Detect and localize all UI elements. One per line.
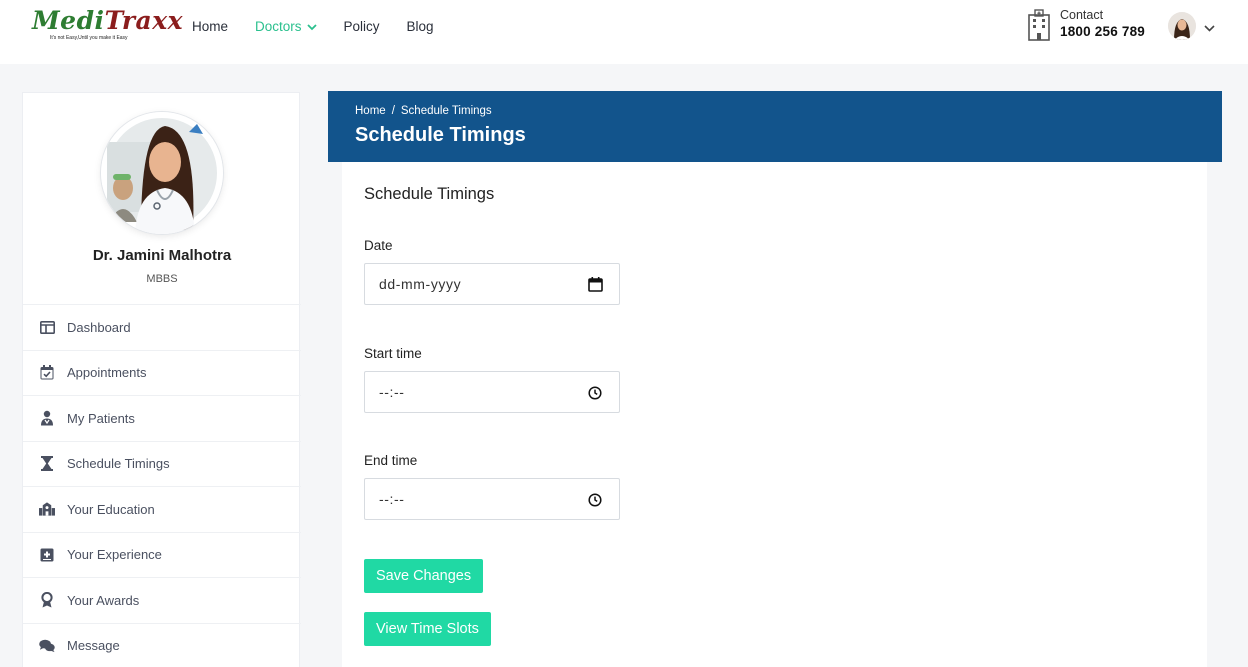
sidebar-item-label: Message (67, 638, 120, 654)
brand-name-part2: Traxx (104, 6, 184, 35)
sidebar-item-label: Your Awards (67, 592, 140, 608)
chat-icon (39, 638, 55, 654)
clock-icon[interactable] (588, 492, 603, 507)
contact-text: Contact 1800 256 789 (1060, 8, 1145, 42)
start-time-input[interactable]: --:-- (364, 371, 620, 413)
contact-label: Contact (1060, 8, 1104, 22)
page-banner: Home / Schedule Timings Schedule Timings (328, 91, 1222, 162)
hospital-icon (1026, 9, 1052, 41)
profile-sidebar: Dr. Jamini Malhotra MBBS Dashboard Appoi… (22, 92, 301, 667)
medical-book-icon (39, 547, 55, 563)
nav-home-label: Home (192, 18, 229, 34)
brand-name-part1: Medi (32, 6, 105, 35)
clock-icon[interactable] (588, 385, 603, 400)
patients-icon (39, 410, 55, 426)
date-input[interactable]: dd-mm-yyyy (364, 263, 620, 305)
date-placeholder: dd-mm-yyyy (379, 276, 462, 292)
nav-doctors[interactable]: Doctors (255, 19, 317, 34)
doctor-degree: MBBS (146, 273, 178, 285)
doctor-avatar (101, 112, 223, 234)
sidebar-item-schedule-timings[interactable]: Schedule Timings (23, 440, 301, 487)
top-navbar: MediTraxx It's not Easy,Until you make i… (0, 0, 1248, 64)
view-time-slots-button[interactable]: View Time Slots (364, 612, 491, 646)
breadcrumb-home[interactable]: Home (355, 105, 386, 117)
school-icon (39, 501, 55, 517)
breadcrumb: Home / Schedule Timings (355, 105, 492, 117)
nav-home[interactable]: Home (192, 19, 228, 34)
breadcrumb-current: Schedule Timings (400, 105, 492, 117)
award-icon (39, 592, 55, 608)
nav-policy-label: Policy (343, 18, 380, 34)
sidebar-item-your-experience[interactable]: Your Experience (23, 531, 301, 578)
form-title: Schedule Timings (364, 185, 495, 203)
nav-blog[interactable]: Blog (407, 19, 434, 34)
end-time-placeholder: --:-- (379, 491, 405, 507)
chevron-down-icon (306, 19, 317, 34)
sidebar-item-your-awards[interactable]: Your Awards (23, 577, 301, 623)
sidebar-item-your-education[interactable]: Your Education (23, 486, 301, 532)
calendar-check-icon (39, 365, 55, 381)
start-time-placeholder: --:-- (379, 384, 405, 400)
save-changes-button[interactable]: Save Changes (364, 559, 484, 593)
avatar[interactable] (1168, 12, 1196, 40)
contact-block[interactable]: Contact 1800 256 789 (1026, 8, 1145, 42)
calendar-icon[interactable] (588, 277, 603, 292)
sidebar-item-appointments[interactable]: Appointments (23, 349, 301, 396)
brand-name: MediTraxx (32, 6, 183, 36)
sidebar-item-label: Your Education (67, 501, 155, 517)
date-label: Date (364, 238, 393, 253)
dashboard-icon (39, 319, 55, 335)
brand-logo[interactable]: MediTraxx It's not Easy,Until you make i… (32, 6, 183, 41)
sidebar-item-label: Dashboard (67, 319, 131, 335)
nav-policy[interactable]: Policy (344, 19, 380, 34)
sidebar-item-label: Your Experience (67, 547, 162, 563)
page-title: Schedule Timings (355, 124, 526, 146)
chevron-down-icon[interactable] (1204, 17, 1215, 36)
end-time-input[interactable]: --:-- (364, 478, 620, 520)
end-time-label: End time (364, 453, 418, 468)
start-time-label: Start time (364, 346, 422, 361)
breadcrumb-separator: / (391, 105, 395, 117)
sidebar-item-label: My Patients (67, 410, 135, 426)
schedule-form-card: Schedule Timings Date dd-mm-yyyy Start t… (342, 162, 1207, 667)
sidebar-item-label: Schedule Timings (67, 456, 170, 472)
main-nav: Home Doctors Policy Blog (192, 0, 461, 52)
sidebar-item-message[interactable]: Message (23, 622, 301, 667)
sidebar-item-dashboard[interactable]: Dashboard (23, 304, 301, 350)
doctor-name: Dr. Jamini Malhotra (92, 247, 232, 264)
contact-phone: 1800 256 789 (1060, 24, 1145, 39)
hourglass-icon (39, 456, 55, 472)
nav-blog-label: Blog (406, 18, 434, 34)
user-menu[interactable] (1168, 12, 1215, 40)
sidebar-item-my-patients[interactable]: My Patients (23, 395, 301, 441)
sidebar-item-label: Appointments (67, 365, 147, 381)
sidebar-menu: Dashboard Appointments My Patients Sched… (23, 304, 301, 667)
nav-doctors-label: Doctors (255, 18, 302, 34)
